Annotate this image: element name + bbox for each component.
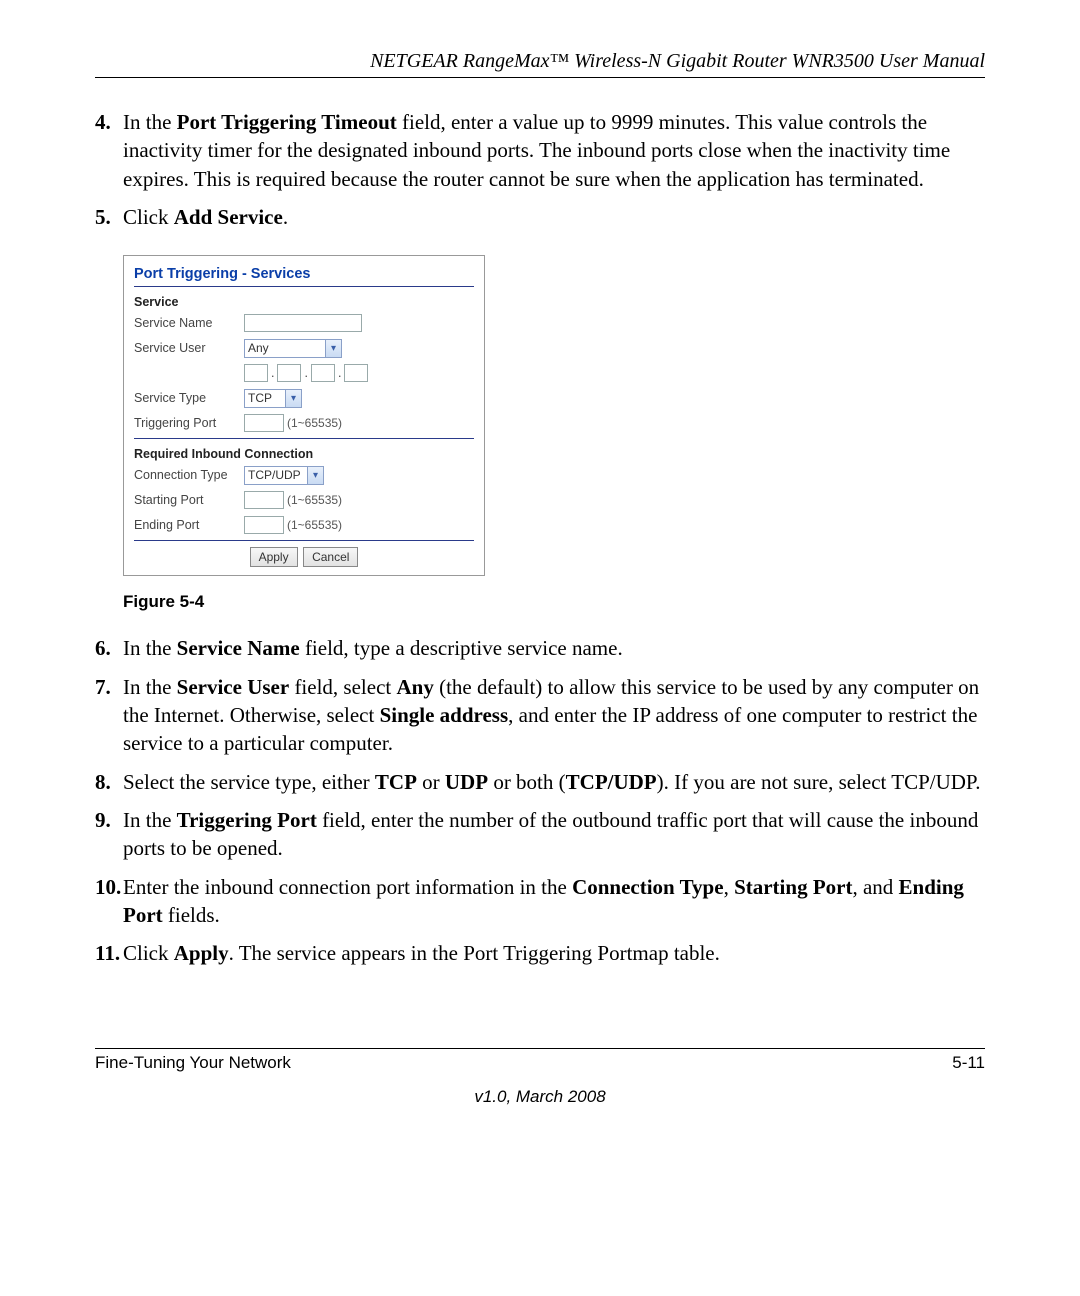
header-rule [95,77,985,78]
label-service-type: Service Type [134,391,244,405]
row-service-type: Service Type TCP ▾ [134,387,474,409]
row-triggering-port: Triggering Port (1~65535) [134,412,474,434]
row-service-name: Service Name [134,312,474,334]
step-number: 4. [95,108,123,193]
connection-type-select[interactable]: TCP/UDP ▾ [244,466,324,485]
step-number: 8. [95,768,123,796]
step-text: In the Service User field, select Any (t… [123,673,985,758]
running-head: NETGEAR RangeMax™ Wireless-N Gigabit Rou… [95,50,985,73]
step-number: 11. [95,939,123,967]
chevron-down-icon: ▾ [285,390,301,407]
step-6: 6. In the Service Name field, type a des… [95,634,985,662]
ip-octet-4-input[interactable] [344,364,368,382]
step-text: Enter the inbound connection port inform… [123,873,985,930]
chevron-down-icon: ▾ [307,467,323,484]
step-number: 7. [95,673,123,758]
step-10: 10. Enter the inbound connection port in… [95,873,985,930]
cancel-button[interactable]: Cancel [303,547,358,567]
step-text: In the Triggering Port field, enter the … [123,806,985,863]
step-text: In the Port Triggering Timeout field, en… [123,108,985,193]
step-text: In the Service Name field, type a descri… [123,634,985,662]
step-5: 5. Click Add Service. [95,203,985,231]
row-starting-port: Starting Port (1~65535) [134,489,474,511]
footer-version: v1.0, March 2008 [95,1087,985,1107]
service-name-input[interactable] [244,314,362,332]
label-connection-type: Connection Type [134,468,244,482]
panel-divider [134,286,474,287]
button-row: Apply Cancel [134,547,474,567]
numbered-steps-cont: 6. In the Service Name field, type a des… [95,634,985,967]
label-service-user: Service User [134,341,244,355]
label-triggering-port: Triggering Port [134,416,244,430]
step-7: 7. In the Service User field, select Any… [95,673,985,758]
service-type-select[interactable]: TCP ▾ [244,389,302,408]
footer: Fine-Tuning Your Network 5-11 v1.0, Marc… [95,1048,985,1107]
ending-port-input[interactable] [244,516,284,534]
step-number: 10. [95,873,123,930]
numbered-steps: 4. In the Port Triggering Timeout field,… [95,108,985,231]
footer-rule [95,1048,985,1049]
step-text: Click Apply. The service appears in the … [123,939,985,967]
step-11: 11. Click Apply. The service appears in … [95,939,985,967]
row-ending-port: Ending Port (1~65535) [134,514,474,536]
step-text: Select the service type, either TCP or U… [123,768,985,796]
step-number: 6. [95,634,123,662]
panel-title: Port Triggering - Services [134,266,474,282]
footer-chapter: Fine-Tuning Your Network [95,1053,291,1073]
triggering-port-input[interactable] [244,414,284,432]
figure-5-4: Port Triggering - Services Service Servi… [123,255,985,612]
panel-divider [134,438,474,439]
ip-octet-3-input[interactable] [311,364,335,382]
port-range-hint: (1~65535) [287,493,342,507]
footer-page-number: 5-11 [952,1053,985,1073]
inbound-section-head: Required Inbound Connection [134,447,474,461]
starting-port-input[interactable] [244,491,284,509]
row-connection-type: Connection Type TCP/UDP ▾ [134,464,474,486]
port-range-hint: (1~65535) [287,416,342,430]
service-user-select[interactable]: Any ▾ [244,339,342,358]
row-ip-address: . . . [134,362,474,384]
panel-divider [134,540,474,541]
label-ending-port: Ending Port [134,518,244,532]
step-8: 8. Select the service type, either TCP o… [95,768,985,796]
ip-octet-2-input[interactable] [277,364,301,382]
step-number: 9. [95,806,123,863]
chevron-down-icon: ▾ [325,340,341,357]
select-value: TCP [248,391,272,405]
apply-button[interactable]: Apply [250,547,298,567]
select-value: Any [248,341,269,355]
label-starting-port: Starting Port [134,493,244,507]
step-9: 9. In the Triggering Port field, enter t… [95,806,985,863]
figure-caption: Figure 5-4 [123,592,985,612]
step-text: Click Add Service. [123,203,985,231]
label-service-name: Service Name [134,316,244,330]
ip-octet-1-input[interactable] [244,364,268,382]
step-number: 5. [95,203,123,231]
service-section-head: Service [134,295,474,309]
port-triggering-panel: Port Triggering - Services Service Servi… [123,255,485,576]
port-range-hint: (1~65535) [287,518,342,532]
step-4: 4. In the Port Triggering Timeout field,… [95,108,985,193]
select-value: TCP/UDP [248,468,301,482]
row-service-user: Service User Any ▾ [134,337,474,359]
